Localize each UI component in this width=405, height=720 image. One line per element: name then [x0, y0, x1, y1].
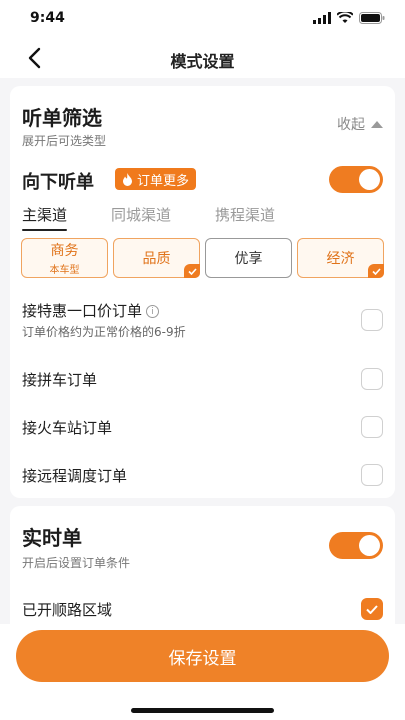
- option-train-checkbox[interactable]: [361, 416, 383, 438]
- fire-icon: [123, 172, 132, 186]
- status-time: 9:44: [30, 10, 65, 26]
- footer: 保存设置: [0, 624, 405, 720]
- channel-tabs: 主渠道 同城渠道 携程渠道: [22, 204, 275, 231]
- realtime-subtitle: 开启后设置订单条件: [22, 556, 131, 570]
- nav-bar: 模式设置: [0, 38, 405, 78]
- listen-filter-card: 听单筛选 展开后可选类型 收起 向下听单 订单更多 主渠道 同城渠道 携程渠道 …: [10, 86, 395, 498]
- collapse-button[interactable]: 收起: [337, 114, 383, 134]
- option-train-label: 接火车站订单: [22, 419, 113, 437]
- realtime-card: 实时单 开启后设置订单条件 已开顺路区域: [10, 506, 395, 624]
- realtime-toggle[interactable]: [329, 532, 383, 559]
- signal-icon: [313, 12, 331, 24]
- option-discount-row: 接特惠一口价订单 i: [22, 300, 160, 321]
- page-title: 模式设置: [170, 52, 235, 71]
- downward-toggle[interactable]: [329, 166, 383, 193]
- more-orders-badge: 订单更多: [115, 168, 197, 190]
- status-icons: [313, 12, 385, 24]
- status-bar: 9:44: [0, 0, 405, 38]
- option-remote-checkbox[interactable]: [361, 464, 383, 486]
- info-icon[interactable]: i: [146, 305, 160, 318]
- tab-ctrip-channel[interactable]: 携程渠道: [215, 204, 275, 225]
- car-type-business[interactable]: 商务 本车型: [21, 238, 108, 278]
- option-carpool-checkbox[interactable]: [361, 368, 383, 390]
- check-icon: [366, 604, 378, 614]
- tab-main-channel[interactable]: 主渠道: [22, 204, 68, 231]
- home-indicator: [131, 708, 274, 713]
- car-type-sub: 本车型: [49, 265, 80, 276]
- route-area-checkbox[interactable]: [361, 598, 383, 620]
- listen-filter-subtitle: 展开后可选类型: [22, 134, 107, 148]
- car-type-quality[interactable]: 品质: [113, 238, 200, 278]
- wifi-icon: [337, 12, 353, 23]
- option-carpool-label: 接拼车订单: [22, 371, 98, 389]
- check-icon: [184, 264, 200, 278]
- car-type-label: 商务: [50, 243, 79, 259]
- check-icon: [368, 264, 384, 278]
- car-type-label: 经济: [326, 251, 355, 267]
- tab-city-channel[interactable]: 同城渠道: [111, 204, 171, 225]
- option-discount-checkbox[interactable]: [361, 309, 383, 331]
- car-type-premium[interactable]: 优享: [205, 238, 292, 278]
- option-remote-label: 接远程调度订单: [22, 467, 128, 485]
- car-type-label: 品质: [142, 251, 171, 267]
- downward-label: 向下听单: [22, 172, 94, 193]
- save-button[interactable]: 保存设置: [16, 630, 389, 682]
- car-type-label: 优享: [234, 251, 263, 267]
- car-type-economy[interactable]: 经济: [297, 238, 384, 278]
- badge-text: 订单更多: [137, 173, 190, 189]
- battery-icon: [359, 12, 385, 24]
- realtime-title: 实时单: [22, 526, 82, 550]
- collapse-label: 收起: [337, 117, 365, 133]
- listen-filter-title: 听单筛选: [22, 106, 102, 130]
- option-discount-label: 接特惠一口价订单: [22, 302, 143, 320]
- route-area-label: 已开顺路区域: [22, 601, 113, 619]
- triangle-up-icon: [371, 120, 383, 128]
- car-type-options: 商务 本车型 品质 优享 经济: [21, 238, 384, 278]
- option-discount-sub: 订单价格约为正常价格的6-9折: [22, 325, 186, 339]
